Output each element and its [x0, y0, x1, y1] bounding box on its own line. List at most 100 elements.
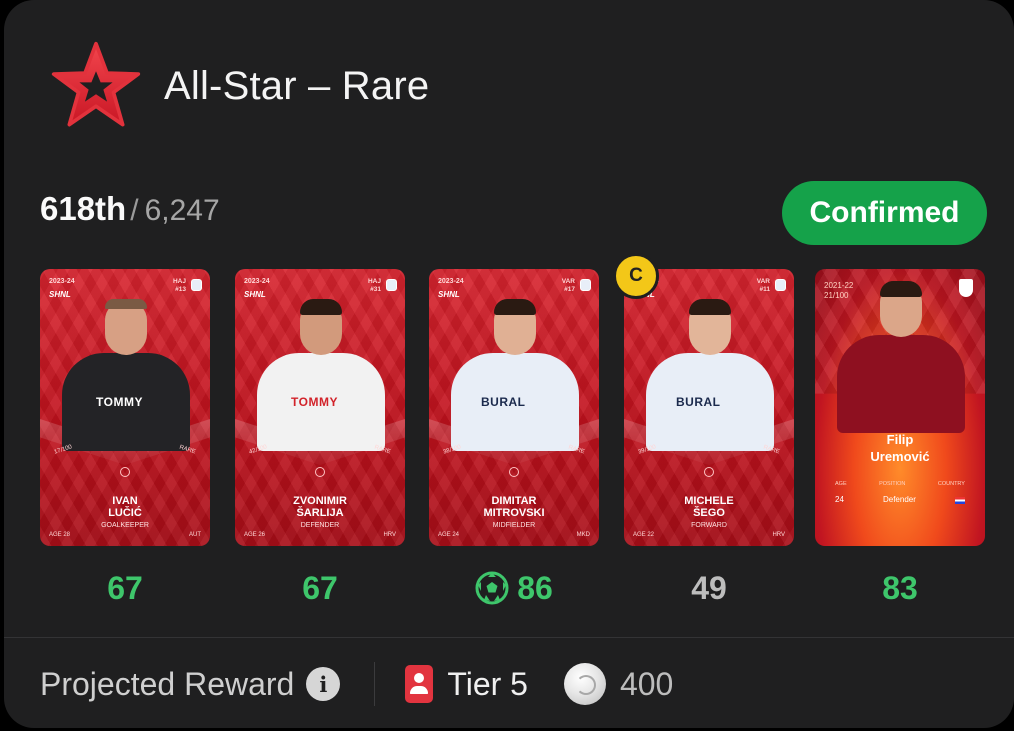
reward-tier: Tier 5 — [447, 665, 528, 702]
player-hair — [880, 281, 922, 297]
player-card[interactable]: 2021-22 21/100 Filip Uremović AGE POSITION… — [815, 269, 985, 546]
shirt-sponsor: BURAL — [481, 395, 526, 409]
player-first-name: Filip — [886, 432, 914, 447]
club-code: HAJ — [172, 278, 186, 285]
player-head — [105, 301, 147, 355]
rank-separator: / — [130, 194, 139, 227]
player-score: 83 — [815, 568, 985, 608]
player-photo: TOMMY — [62, 299, 190, 451]
player-shirt: BURAL — [451, 353, 579, 451]
country-header: COUNTRY — [937, 481, 965, 487]
player-hair — [689, 299, 731, 315]
player-age: AGE 24 — [438, 532, 460, 538]
player-nationality: MKD — [576, 532, 590, 538]
league-logo: SHNL — [49, 290, 71, 299]
country-flag-icon — [954, 497, 965, 504]
score-value: 86 — [517, 570, 553, 606]
card-club: VAR #11 — [757, 278, 770, 294]
captain-badge: C — [613, 253, 659, 299]
player-last-name: ŠARLIJA — [296, 507, 344, 519]
soccer-ball-icon — [475, 571, 509, 605]
league-logo: SHNL — [244, 290, 266, 299]
rank-position: 618th — [40, 190, 127, 227]
player-last-name: LUČIĆ — [108, 507, 142, 519]
card-dot-icon — [704, 467, 714, 477]
player-first-name: MICHELE — [684, 495, 734, 507]
player-position: FORWARD — [691, 522, 727, 529]
card-season: 2023-24 — [244, 278, 270, 285]
player-last-name: ŠEGO — [693, 507, 725, 519]
player-name: ZVONIMIR ŠARLIJA — [235, 495, 405, 519]
reward-coins: 400 — [619, 665, 674, 702]
rank-total: 6,247 — [144, 194, 220, 227]
player-age: 24 — [835, 495, 844, 504]
score-value: 67 — [302, 570, 338, 606]
score-value: 67 — [107, 570, 143, 606]
confirmed-status-button[interactable]: Confirmed — [782, 181, 987, 245]
player-shirt: TOMMY — [257, 353, 385, 451]
player-score: 86 — [429, 568, 599, 608]
club-crest-icon — [386, 279, 397, 291]
rank-summary: 618th / 6,247 — [40, 190, 220, 228]
shirt-number: #17 — [564, 286, 575, 293]
card-dot-icon — [120, 467, 130, 477]
player-position: DEFENDER — [300, 522, 340, 529]
player-nationality: AUT — [189, 532, 201, 538]
divider — [374, 662, 376, 706]
player-name: Filip Uremović — [815, 431, 985, 465]
score-value: 83 — [882, 570, 918, 606]
user-badge-icon — [405, 665, 434, 703]
club-code: VAR — [561, 278, 575, 285]
player-shirt: BURAL — [646, 353, 774, 451]
projected-reward-bar: Projected Reward i Tier 5 400 — [40, 656, 673, 712]
card-dot-icon — [509, 467, 519, 477]
shirt-sponsor: TOMMY — [96, 395, 143, 409]
shirt-number: #13 — [175, 286, 186, 293]
player-photo — [837, 281, 965, 433]
coin-icon — [563, 663, 606, 705]
club-crest-icon — [580, 279, 591, 291]
player-card[interactable]: 2023-24 SHNL HAJ #13 TOMMY 17/100 RARE IV… — [40, 269, 210, 546]
club-crest-icon — [191, 279, 202, 291]
player-hair — [105, 299, 147, 309]
club-code: VAR — [756, 278, 770, 285]
player-card[interactable]: 2023-24 SHNL VAR #17 BURAL 38/100 RARE DI… — [429, 269, 599, 546]
position-header: POSITION — [879, 481, 906, 487]
league-logo: SHNL — [438, 290, 460, 299]
card-stat-headers: AGE POSITION COUNTRY — [835, 481, 965, 487]
card-season: 2023-24 — [49, 278, 75, 285]
projected-reward-label: Projected Reward — [40, 665, 295, 702]
player-score: 67 — [235, 568, 405, 608]
player-hair — [300, 299, 342, 315]
player-position: Defender — [882, 495, 916, 504]
card-dot-icon — [315, 467, 325, 477]
player-nationality: HRV — [772, 532, 785, 538]
score-value: 49 — [691, 570, 727, 606]
player-last-name: Uremović — [870, 449, 930, 464]
player-last-name: MITROVSKI — [483, 507, 545, 519]
player-photo: BURAL — [646, 299, 774, 451]
player-first-name: ZVONIMIR — [293, 495, 347, 507]
header: All-Star – Rare — [50, 38, 429, 134]
info-icon[interactable]: i — [306, 667, 341, 701]
player-photo: TOMMY — [257, 299, 385, 451]
divider — [4, 637, 1014, 638]
player-shirt — [837, 335, 965, 433]
player-position: GOALKEEPER — [101, 522, 149, 529]
player-age: AGE 26 — [244, 532, 266, 538]
card-club: HAJ #31 — [368, 278, 381, 294]
player-first-name: DIMITAR — [491, 495, 537, 507]
player-card[interactable]: 2023-24 SHNL HAJ #31 TOMMY 42/100 RARE ZV… — [235, 269, 405, 546]
club-crest-icon — [775, 279, 786, 291]
player-shirt: TOMMY — [62, 353, 190, 451]
age-header: AGE — [835, 481, 847, 487]
shirt-sponsor: BURAL — [676, 395, 721, 409]
card-season: 2023-24 — [438, 278, 464, 285]
star-icon — [51, 41, 141, 127]
player-age: AGE 22 — [633, 532, 655, 538]
leaderboard-entry-panel[interactable]: All-Star – Rare 618th / 6,247 Confirmed … — [4, 0, 1014, 728]
shirt-sponsor: TOMMY — [291, 395, 338, 409]
player-score: 49 — [624, 568, 794, 608]
player-card[interactable]: 2023-24 SHNL VAR#11 BURAL 39/100 RARE MI… — [624, 269, 794, 546]
card-club: VAR #17 — [562, 278, 575, 294]
